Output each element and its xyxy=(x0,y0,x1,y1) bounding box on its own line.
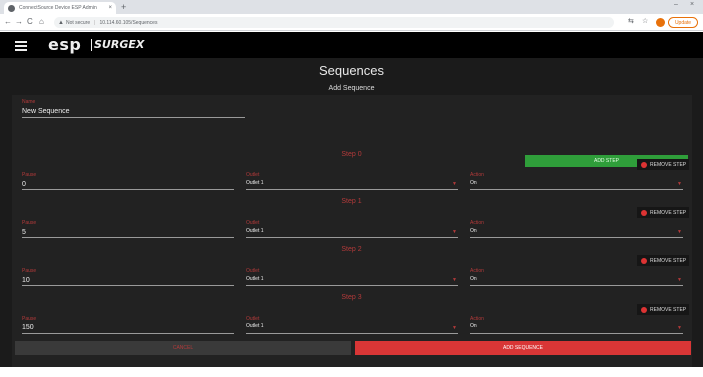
window-bottom-edge xyxy=(0,367,703,377)
action-select[interactable]: On xyxy=(470,323,477,329)
app-window: esp SURGEX Sequences Add Sequence Name N… xyxy=(0,32,703,367)
action-label: Action xyxy=(470,316,484,322)
remove-step-label: REMOVE STEP xyxy=(650,257,687,264)
remove-step-button[interactable]: REMOVE STEP xyxy=(637,207,689,218)
forward-arrow-icon[interactable]: → xyxy=(15,17,23,26)
browser-tab[interactable]: ConnectSource Device ESP Admin × xyxy=(4,2,116,14)
url-field[interactable]: ▲ Not secure | 10.114.60.105/Sequences xyxy=(54,17,614,28)
esp-logo: esp xyxy=(48,35,82,54)
outlet-select[interactable]: Outlet 1 xyxy=(246,323,264,329)
hamburger-menu-icon[interactable] xyxy=(15,41,27,51)
pause-underline xyxy=(22,333,234,334)
pause-underline xyxy=(22,285,234,286)
outlet-chevron-down-icon[interactable]: ▼ xyxy=(452,181,457,187)
remove-icon xyxy=(641,306,647,313)
new-tab-button[interactable]: + xyxy=(121,2,126,12)
pause-field[interactable]: 0 xyxy=(22,181,26,188)
tab-close-icon[interactable]: × xyxy=(108,5,112,11)
pause-field[interactable]: 10 xyxy=(22,277,30,284)
share-icon[interactable]: ⇆ xyxy=(628,17,634,25)
update-button[interactable]: Update xyxy=(668,17,698,28)
not-secure-label: Not secure xyxy=(65,19,91,26)
outlet-select[interactable]: Outlet 1 xyxy=(246,228,264,234)
outlet-label: Outlet xyxy=(246,316,260,322)
profile-avatar[interactable] xyxy=(656,18,665,27)
star-icon[interactable]: ☆ xyxy=(642,17,648,25)
outlet-label: Outlet xyxy=(246,268,260,274)
sequence-form-panel xyxy=(12,95,692,367)
remove-step-label: REMOVE STEP xyxy=(650,209,687,216)
pause-underline xyxy=(22,237,234,238)
outlet-chevron-down-icon[interactable]: ▼ xyxy=(452,229,457,235)
address-bar-row: ← → C ⌂ ▲ Not secure | 10.114.60.105/Seq… xyxy=(0,14,703,31)
home-icon[interactable]: ⌂ xyxy=(39,17,44,26)
action-underline xyxy=(470,237,683,238)
action-chevron-down-icon[interactable]: ▼ xyxy=(677,229,682,235)
pause-label: Pause xyxy=(22,172,37,178)
action-chevron-down-icon[interactable]: ▼ xyxy=(677,181,682,187)
url-separator: | xyxy=(94,19,96,26)
outlet-chevron-down-icon[interactable]: ▼ xyxy=(452,325,457,331)
remove-step-button[interactable]: REMOVE STEP xyxy=(637,255,689,266)
pause-label: Pause xyxy=(22,220,37,226)
pause-field[interactable]: 150 xyxy=(22,324,34,331)
action-underline xyxy=(470,189,683,190)
pause-underline xyxy=(22,189,234,190)
url-text: 10.114.60.105/Sequences xyxy=(99,19,158,26)
action-underline xyxy=(470,285,683,286)
name-field-underline xyxy=(22,117,245,118)
add-sequence-button[interactable]: ADD SEQUENCE xyxy=(355,341,691,355)
surgex-logo: SURGEX xyxy=(94,38,145,51)
outlet-select[interactable]: Outlet 1 xyxy=(246,276,264,282)
step-title: Step 3 xyxy=(341,294,362,301)
remove-step-button[interactable]: REMOVE STEP xyxy=(637,159,689,170)
cancel-button[interactable]: CANCEL xyxy=(15,341,351,355)
action-select[interactable]: On xyxy=(470,228,477,234)
action-select[interactable]: On xyxy=(470,180,477,186)
outlet-underline xyxy=(246,333,458,334)
action-chevron-down-icon[interactable]: ▼ xyxy=(677,277,682,283)
action-label: Action xyxy=(470,220,484,226)
action-chevron-down-icon[interactable]: ▼ xyxy=(677,325,682,331)
action-select[interactable]: On xyxy=(470,276,477,282)
page-title: Sequences xyxy=(318,63,385,78)
remove-step-button[interactable]: REMOVE STEP xyxy=(637,304,689,315)
step-title: Step 1 xyxy=(341,198,362,205)
name-field[interactable]: New Sequence xyxy=(22,108,69,115)
outlet-label: Outlet xyxy=(246,220,260,226)
reload-icon[interactable]: C xyxy=(27,17,33,26)
remove-step-label: REMOVE STEP xyxy=(650,161,687,168)
back-arrow-icon[interactable]: ← xyxy=(4,17,12,26)
outlet-underline xyxy=(246,189,458,190)
pause-label: Pause xyxy=(22,268,37,274)
browser-tab-title: ConnectSource Device ESP Admin xyxy=(19,5,97,11)
remove-step-label: REMOVE STEP xyxy=(650,306,687,313)
browser-tab-bar: ConnectSource Device ESP Admin × + – × xyxy=(0,0,703,14)
outlet-underline xyxy=(246,237,458,238)
page-subtitle: Add Sequence xyxy=(328,85,375,92)
pause-label: Pause xyxy=(22,316,37,322)
remove-icon xyxy=(641,161,647,168)
minimize-icon[interactable]: – xyxy=(674,1,678,8)
action-label: Action xyxy=(470,268,484,274)
pause-field[interactable]: 5 xyxy=(22,229,26,236)
outlet-label: Outlet xyxy=(246,172,260,178)
logo-divider xyxy=(91,39,92,51)
remove-icon xyxy=(641,209,647,216)
step-title: Step 2 xyxy=(341,246,362,253)
outlet-select[interactable]: Outlet 1 xyxy=(246,180,264,186)
action-underline xyxy=(470,333,683,334)
step-title: Step 0 xyxy=(341,151,362,158)
form-actions: CANCEL ADD SEQUENCE xyxy=(0,341,703,355)
globe-icon xyxy=(8,4,15,12)
window-close-icon[interactable]: × xyxy=(690,1,694,8)
warning-icon: ▲ xyxy=(58,19,64,26)
outlet-chevron-down-icon[interactable]: ▼ xyxy=(452,277,457,283)
outlet-underline xyxy=(246,285,458,286)
remove-icon xyxy=(641,257,647,264)
name-field-label: Name xyxy=(22,99,36,105)
action-label: Action xyxy=(470,172,484,178)
app-bar: esp SURGEX xyxy=(0,32,703,58)
